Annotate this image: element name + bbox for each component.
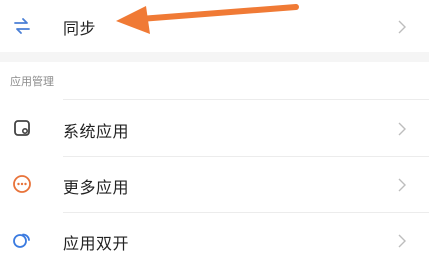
dual-apps-icon <box>12 230 32 250</box>
chevron-right-icon <box>397 121 407 136</box>
list-item-label: 应用双开 <box>63 234 130 253</box>
chevron-right-icon <box>397 233 407 248</box>
list-item-label: 更多应用 <box>63 178 130 197</box>
chevron-right-icon <box>397 19 407 34</box>
sync-label: 同步 <box>63 19 97 38</box>
divider <box>63 99 429 100</box>
list-item-label: 系统应用 <box>63 122 130 141</box>
section-separator <box>0 52 429 62</box>
list-item-dual-apps[interactable]: 应用双开 <box>0 213 429 266</box>
chevron-right-icon <box>397 177 407 192</box>
sync-row[interactable]: 同步 <box>0 0 429 52</box>
system-apps-icon <box>12 118 32 138</box>
section-header: 应用管理 <box>10 75 54 88</box>
sync-icon <box>12 16 32 36</box>
more-apps-icon <box>12 174 32 194</box>
list-item-more-apps[interactable]: 更多应用 <box>0 157 429 212</box>
list-item-system-apps[interactable]: 系统应用 <box>0 100 429 156</box>
